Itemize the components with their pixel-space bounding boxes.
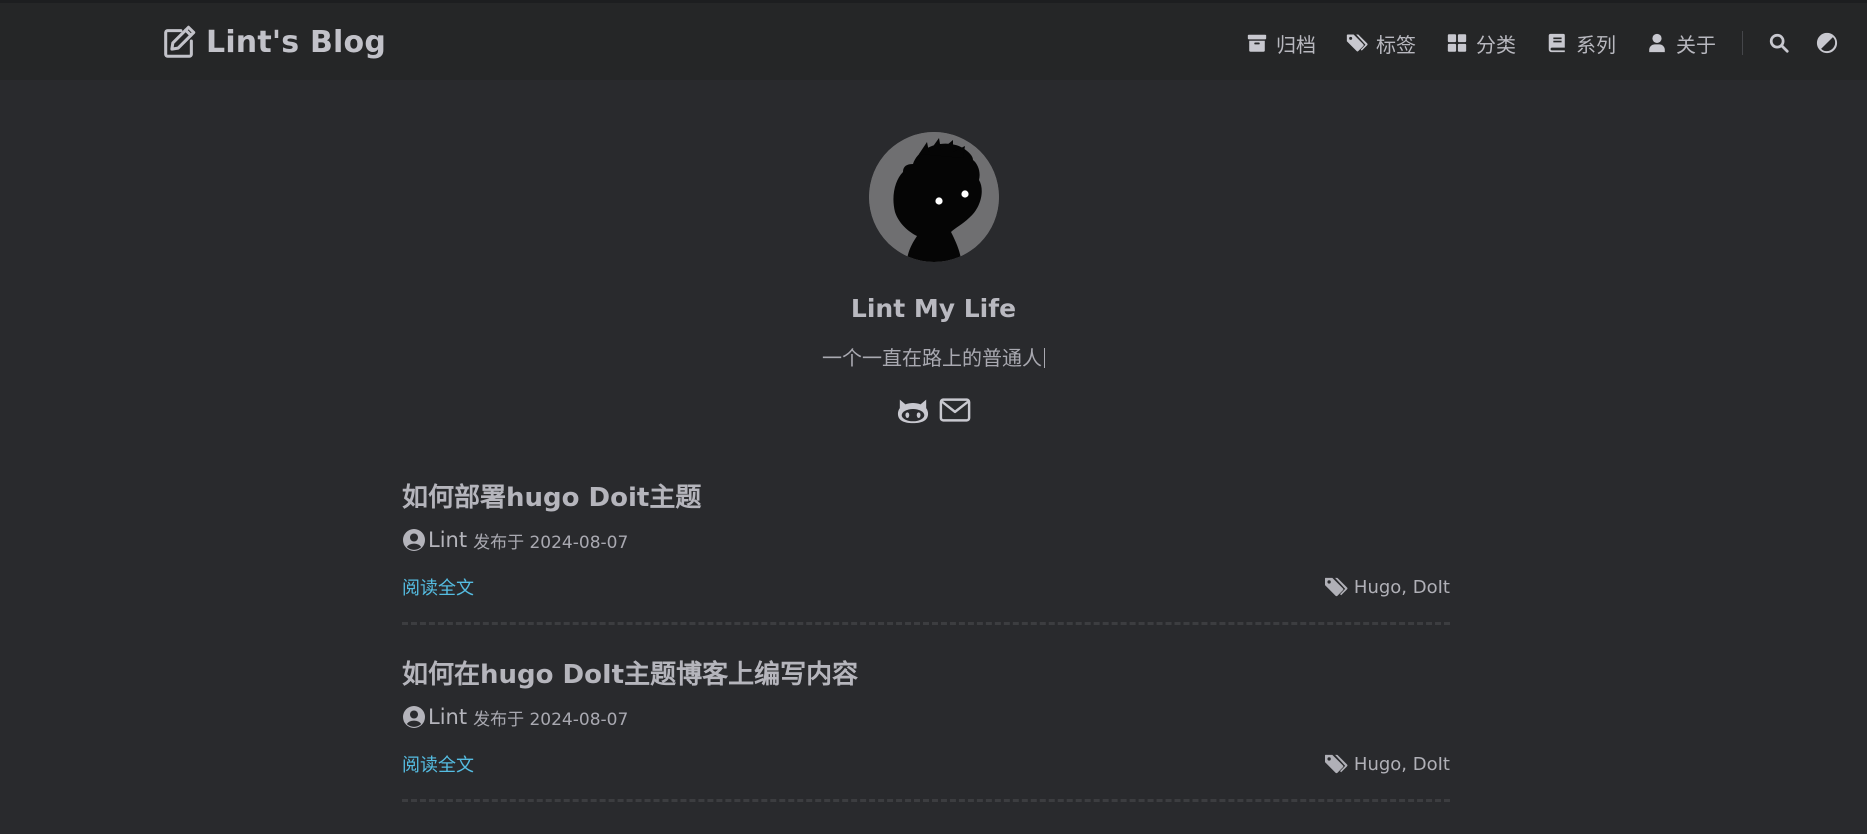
post-tags: Hugo, DoIt <box>1324 576 1450 598</box>
social-links <box>0 394 1867 426</box>
profile-subtitle: 一个一直在路上的普通人 <box>0 344 1867 372</box>
search-icon <box>1768 32 1790 54</box>
theme-toggle-button[interactable] <box>1815 31 1839 55</box>
nav-item-about[interactable]: 关于 <box>1646 29 1716 58</box>
post-published-date: 发布于 2024-08-07 <box>473 709 629 730</box>
user-icon <box>1646 32 1668 54</box>
tags-icon <box>1324 576 1348 598</box>
edit-icon <box>160 23 198 61</box>
profile-name: Lint My Life <box>850 294 1017 323</box>
post-title-link[interactable]: 如何在hugo DoIt主题博客上编写内容 <box>402 660 858 690</box>
post-list: 如何部署hugo Doit主题 Lint 发布于 2024-08-07 阅读全文 <box>402 480 1450 834</box>
email-link[interactable] <box>939 394 971 426</box>
nav-item-label: 标签 <box>1376 32 1416 57</box>
github-icon <box>897 395 929 425</box>
home-profile: Lint My Life 一个一直在路上的普通人 <box>0 132 1867 426</box>
nav-item-label: 归档 <box>1276 32 1316 57</box>
avatar <box>868 132 999 262</box>
post-tags: Hugo, DoIt <box>1324 753 1450 775</box>
post-summary: 如何部署hugo Doit主题 Lint 发布于 2024-08-07 阅读全文 <box>402 480 1450 657</box>
nav-item-categories[interactable]: 分类 <box>1446 29 1516 58</box>
post-footer: 阅读全文 Hugo, DoIt <box>402 751 1450 777</box>
site-brand-link[interactable]: Lint's Blog <box>160 23 386 61</box>
th-large-icon <box>1446 32 1468 54</box>
profile-subtitle-text: 一个一直在路上的普通人 <box>822 346 1042 370</box>
nav-item-tags[interactable]: 标签 <box>1346 29 1416 58</box>
post-meta: Lint 发布于 2024-08-07 <box>402 703 1450 731</box>
nav-item-label: 系列 <box>1576 32 1616 57</box>
github-link[interactable] <box>897 394 929 426</box>
post-footer: 阅读全文 Hugo, DoIt <box>402 574 1450 600</box>
post-meta: Lint 发布于 2024-08-07 <box>402 526 1450 554</box>
nav-item-label: 分类 <box>1476 32 1516 57</box>
book-icon <box>1546 32 1568 54</box>
nav-item-series[interactable]: 系列 <box>1546 29 1616 58</box>
post-summary: 如何在hugo DoIt主题博客上编写内容 Lint 发布于 2024-08-0… <box>402 657 1450 834</box>
nav-item-label: 关于 <box>1676 32 1716 57</box>
site-title: Lint's Blog <box>206 24 387 60</box>
site-header: Lint's Blog 归档 标签 分类 系列 关于 <box>0 0 1867 80</box>
email-icon <box>939 395 971 425</box>
archive-icon <box>1246 32 1268 54</box>
tags-icon <box>1346 32 1368 54</box>
nav-item-archives[interactable]: 归档 <box>1246 29 1316 58</box>
post-published-date: 发布于 2024-08-07 <box>473 532 629 553</box>
user-circle-icon <box>402 528 426 552</box>
search-button[interactable] <box>1767 31 1791 55</box>
theme-toggle-icon <box>1816 32 1838 54</box>
post-divider <box>402 622 1450 625</box>
typing-cursor <box>1044 348 1045 368</box>
post-divider <box>402 799 1450 802</box>
post-tag-list[interactable]: Hugo, DoIt <box>1354 754 1450 775</box>
tags-icon <box>1324 753 1348 775</box>
post-title-link[interactable]: 如何部署hugo Doit主题 <box>402 483 701 513</box>
nav-divider <box>1742 31 1743 55</box>
post-tag-list[interactable]: Hugo, DoIt <box>1354 577 1450 598</box>
read-more-link[interactable]: 阅读全文 <box>402 751 474 777</box>
user-circle-icon <box>402 705 426 729</box>
post-author-link[interactable]: Lint <box>428 705 467 729</box>
main-nav: 归档 标签 分类 系列 关于 <box>1246 25 1839 61</box>
post-author-link[interactable]: Lint <box>428 528 467 552</box>
read-more-link[interactable]: 阅读全文 <box>402 574 474 600</box>
